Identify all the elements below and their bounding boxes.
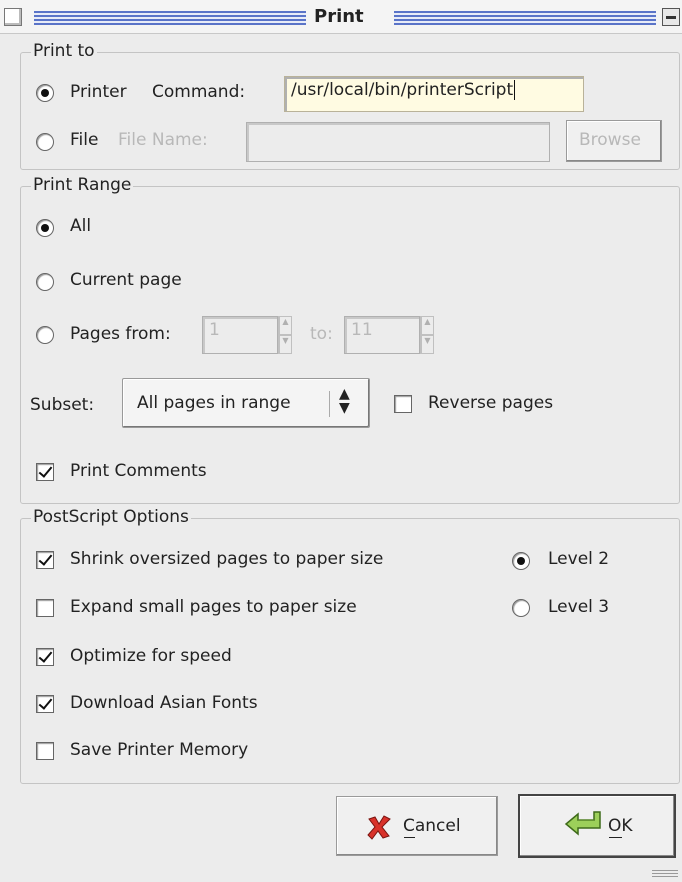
reverse-pages-label: Reverse pages	[428, 393, 554, 413]
file-radio[interactable]	[36, 133, 54, 151]
ok-mnemonic-underline	[609, 837, 622, 838]
asian-fonts-checkbox[interactable]	[36, 695, 54, 713]
printer-radio[interactable]	[36, 84, 54, 102]
to-page-input[interactable]: 11	[344, 316, 420, 354]
postscript-options-legend: PostScript Options	[31, 507, 191, 527]
from-down-arrow-icon[interactable]: ▼	[279, 335, 292, 354]
file-name-input[interactable]	[246, 122, 550, 162]
cancel-button[interactable]: Cancel	[336, 796, 498, 856]
cancel-x-icon	[367, 815, 391, 840]
level3-label: Level 3	[548, 597, 610, 617]
updown-arrows-icon: ▲ ▼	[339, 386, 350, 416]
print-dialog: Print Print to Printer Command: /usr/loc…	[0, 0, 682, 882]
from-page-value: 1	[209, 320, 220, 340]
browse-button[interactable]: Browse	[566, 120, 662, 162]
file-label: File	[70, 130, 99, 150]
expand-checkbox[interactable]	[36, 599, 54, 617]
shrink-label: Shrink oversized pages to paper size	[70, 549, 384, 569]
ok-enter-icon	[564, 811, 601, 836]
print-comments-checkbox[interactable]	[36, 463, 54, 481]
title-bar[interactable]: Print	[0, 0, 682, 34]
shrink-checkbox[interactable]	[36, 551, 54, 569]
subset-select[interactable]: All pages in range ▲ ▼	[122, 378, 370, 428]
print-range-legend: Print Range	[31, 175, 134, 195]
from-up-arrow-icon[interactable]: ▲	[279, 316, 292, 335]
pages-from-radio[interactable]	[36, 326, 54, 344]
subset-separator	[329, 391, 330, 417]
all-label: All	[70, 216, 92, 236]
command-value: /usr/local/bin/printerScript	[291, 80, 514, 100]
to-page-value: 11	[351, 320, 373, 340]
level2-radio[interactable]	[512, 552, 530, 570]
to-down-arrow-icon[interactable]: ▼	[421, 335, 434, 354]
window-menu-icon[interactable]	[4, 8, 22, 26]
command-label: Command:	[152, 82, 246, 102]
window-title: Print	[314, 6, 364, 27]
from-page-input[interactable]: 1	[202, 316, 278, 354]
level2-label: Level 2	[548, 549, 610, 569]
title-stripes-left	[34, 11, 306, 25]
pages-from-label: Pages from:	[70, 324, 171, 344]
save-memory-label: Save Printer Memory	[70, 740, 249, 760]
print-to-legend: Print to	[31, 41, 97, 61]
level3-radio[interactable]	[512, 599, 530, 617]
all-radio[interactable]	[36, 219, 54, 237]
subset-value: All pages in range	[137, 393, 291, 413]
optimize-label: Optimize for speed	[70, 646, 232, 666]
file-name-label: File Name:	[118, 130, 208, 150]
reverse-pages-checkbox[interactable]	[394, 395, 412, 413]
cancel-mnemonic-underline	[404, 837, 415, 838]
subset-label: Subset:	[30, 395, 95, 415]
to-label: to:	[310, 324, 333, 344]
minimize-button[interactable]	[662, 8, 680, 26]
current-page-radio[interactable]	[36, 273, 54, 291]
browse-label: Browse	[579, 130, 641, 150]
from-page-stepper[interactable]: ▲ ▼	[278, 316, 292, 354]
to-up-arrow-icon[interactable]: ▲	[421, 316, 434, 335]
resize-grip-icon[interactable]	[652, 870, 678, 878]
save-memory-checkbox[interactable]	[36, 742, 54, 760]
print-comments-label: Print Comments	[70, 461, 207, 481]
printer-label: Printer	[70, 82, 127, 102]
command-input[interactable]: /usr/local/bin/printerScript	[284, 76, 584, 112]
current-page-label: Current page	[70, 270, 182, 290]
cancel-label: Cancel	[403, 816, 461, 836]
ok-button[interactable]: OK	[518, 794, 676, 858]
ok-label: OK	[608, 816, 633, 836]
title-stripes-right	[394, 11, 656, 25]
to-page-stepper[interactable]: ▲ ▼	[420, 316, 434, 354]
asian-fonts-label: Download Asian Fonts	[70, 693, 258, 713]
optimize-checkbox[interactable]	[36, 648, 54, 666]
expand-label: Expand small pages to paper size	[70, 597, 357, 617]
